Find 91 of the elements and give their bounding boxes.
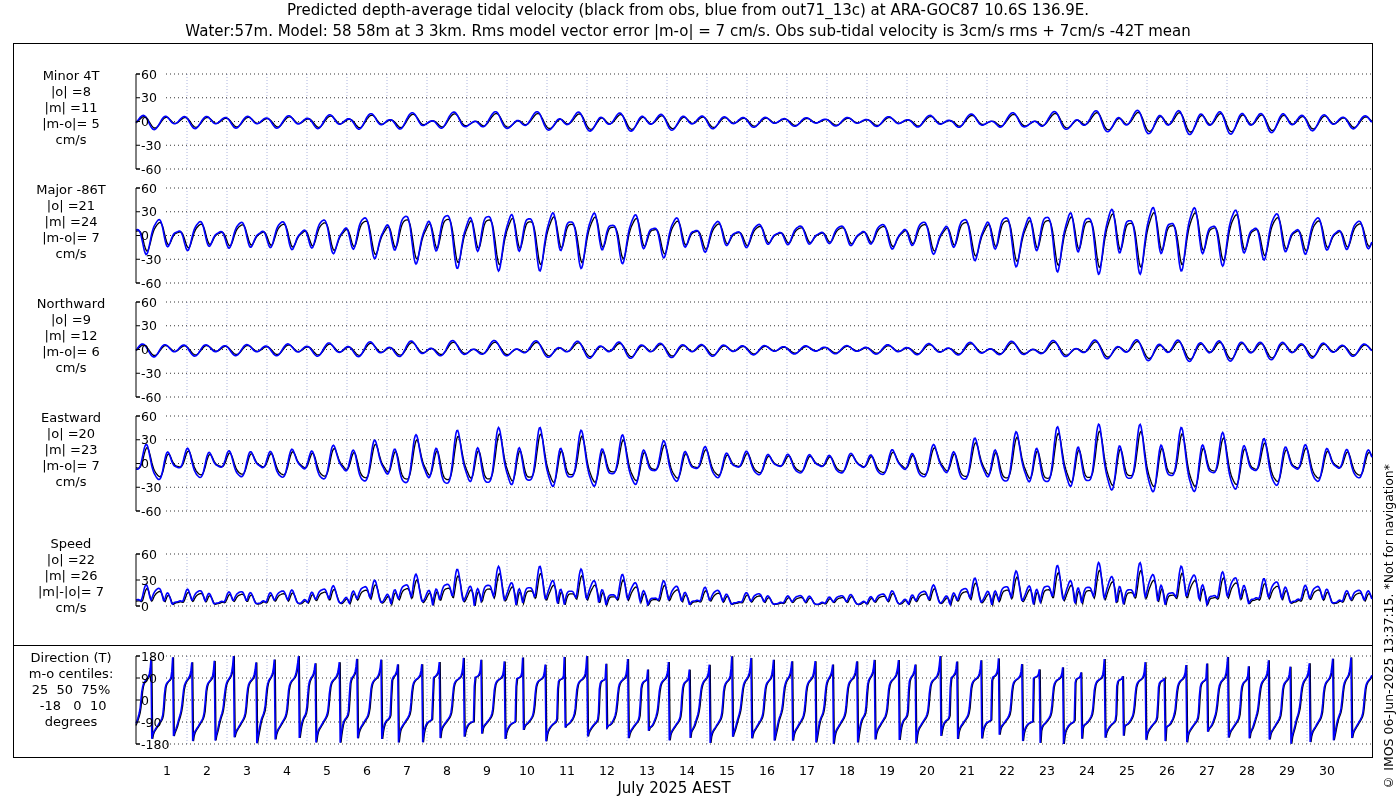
chart-title: Water:57m. Model: 58 58m at 3 3km. Rms model vector error |m-o| = 7 cm/s. Obs sub-tidal velocity is 3cm/s rms + 7cm/s -42T mean (184, 22, 1192, 40)
panel-label-line: Northward (36, 296, 106, 312)
axis-tick-label: 8 (443, 762, 451, 778)
axis-tick-label: 11 (559, 762, 575, 778)
axis-tick-label: -180 (141, 736, 170, 752)
axis-tick-label: -60 (141, 275, 162, 291)
axis-tick-label: 0 (141, 456, 149, 471)
axis-title: July 2025 AEST (617, 779, 731, 797)
panel-label-line: |o| =21 (46, 198, 96, 214)
chart-title: Predicted depth-average tidal velocity (black from obs, blue from out71_13c) at ARA-GOC87 10.6S 136.9E. (285, 1, 1091, 19)
axis-tick-label: 14 (679, 762, 695, 778)
axis-tick-label: 22 (999, 762, 1015, 778)
panel-label-line: |m| =23 (44, 442, 98, 458)
axis-tick-label: -30 (141, 137, 162, 153)
panel-label-line: |o| =8 (51, 84, 91, 100)
axis-tick-label: 19 (879, 762, 895, 778)
axis-tick-label: 6 (363, 762, 371, 778)
panel-label-line: cm/s (55, 246, 87, 262)
panel-label-line: |m-o|= 6 (42, 344, 100, 360)
y-axis (135, 553, 141, 607)
axis-tick-label: 4 (283, 762, 291, 778)
panel-label-line: |o| =20 (46, 426, 96, 442)
axis-tick-label: 60 (141, 66, 157, 82)
panel-label-line: |m| =12 (44, 328, 98, 344)
axis-tick-label: 0 (141, 228, 149, 243)
axis-tick-label: 30 (141, 432, 157, 448)
panel-label-line: |m-o|= 5 (42, 116, 100, 132)
axis-tick-label: 28 (1239, 762, 1255, 778)
copyright-note: © IMOS 06-Jun-2025 13:37:15. *Not for navigation* (1380, 464, 1396, 790)
axis-tick-label: 60 (141, 294, 157, 310)
panel-label-line: |m| =11 (44, 100, 98, 116)
axis-tick-label: 9 (483, 762, 491, 778)
axis-tick-label: 30 (141, 90, 157, 106)
axis-tick-label: 30 (1319, 762, 1335, 778)
axis-tick-label: 0 (141, 598, 149, 614)
axis-tick-label: 26 (1159, 762, 1175, 778)
axis-tick-label: 0 (141, 342, 149, 357)
panel-label-line: Minor 4T (42, 68, 100, 84)
panel-label-line: |m|-|o|= 7 (37, 584, 105, 600)
axis-tick-label: 1 (163, 762, 171, 778)
panel-label-line: cm/s (55, 474, 87, 490)
axis-tick-label: 21 (959, 762, 975, 778)
axis-tick-label: 3 (243, 762, 251, 778)
axis-tick-label: 16 (759, 762, 775, 778)
axis-tick-label: -30 (141, 365, 162, 381)
panel-label-line: |o| =9 (51, 312, 91, 328)
axis-tick-label: 60 (141, 546, 157, 562)
panel-label-line: |m-o|= 7 (42, 458, 100, 474)
axis-tick-label: 30 (141, 572, 157, 588)
panel-label-line: cm/s (55, 600, 87, 616)
panel-label-line: Speed (50, 536, 92, 552)
axis-tick-label: 27 (1199, 762, 1215, 778)
axis-tick-label: 5 (323, 762, 331, 778)
axis-tick-label: -30 (141, 251, 162, 267)
axis-tick-label: 30 (141, 318, 157, 334)
panel-label-line: |m| =26 (44, 568, 98, 584)
axis-tick-label: 0 (141, 114, 149, 129)
axis-tick-label: 24 (1079, 762, 1095, 778)
panel-label-line: -18 0 10 (38, 698, 107, 714)
axis-tick-label: 29 (1279, 762, 1295, 778)
axis-tick-label: 18 (839, 762, 855, 778)
axis-tick-label: 13 (639, 762, 655, 778)
axis-tick-label: 60 (141, 408, 157, 424)
panel-label-line: 25 50 75% (31, 682, 111, 698)
panel-label-line: |o| =22 (46, 552, 96, 568)
axis-tick-label: 10 (519, 762, 535, 778)
panel-label-line: |m| =24 (44, 214, 98, 230)
axis-tick-label: 17 (799, 762, 815, 778)
axis-tick-label: -60 (141, 389, 162, 405)
panel-label-line: degrees (44, 714, 98, 730)
panel-label-line: m-o centiles: (28, 666, 114, 682)
axis-tick-label: 15 (719, 762, 735, 778)
axis-tick-label: -60 (141, 503, 162, 519)
panel-label-line: Direction (T) (30, 650, 112, 666)
panel-label-line: |m-o|= 7 (42, 230, 100, 246)
axis-tick-label: 0 (141, 692, 149, 708)
axis-tick-label: 2 (203, 762, 211, 778)
axis-tick-label: 7 (403, 762, 411, 778)
axis-tick-label: -30 (141, 479, 162, 495)
axis-tick-label: -60 (141, 161, 162, 177)
axis-tick-label: 25 (1119, 762, 1135, 778)
axis-tick-label: 23 (1039, 762, 1055, 778)
panel-label-line: Eastward (41, 410, 101, 426)
axis-tick-label: 12 (599, 762, 615, 778)
panel-label-line: Major -86T (36, 182, 106, 198)
axis-tick-label: 20 (919, 762, 935, 778)
panel-label-line: cm/s (55, 132, 87, 148)
axis-tick-label: 30 (141, 204, 157, 220)
axis-tick-label: 60 (141, 180, 157, 196)
axis-tick-label: 180 (141, 648, 165, 664)
panel-label-line: cm/s (55, 360, 87, 376)
